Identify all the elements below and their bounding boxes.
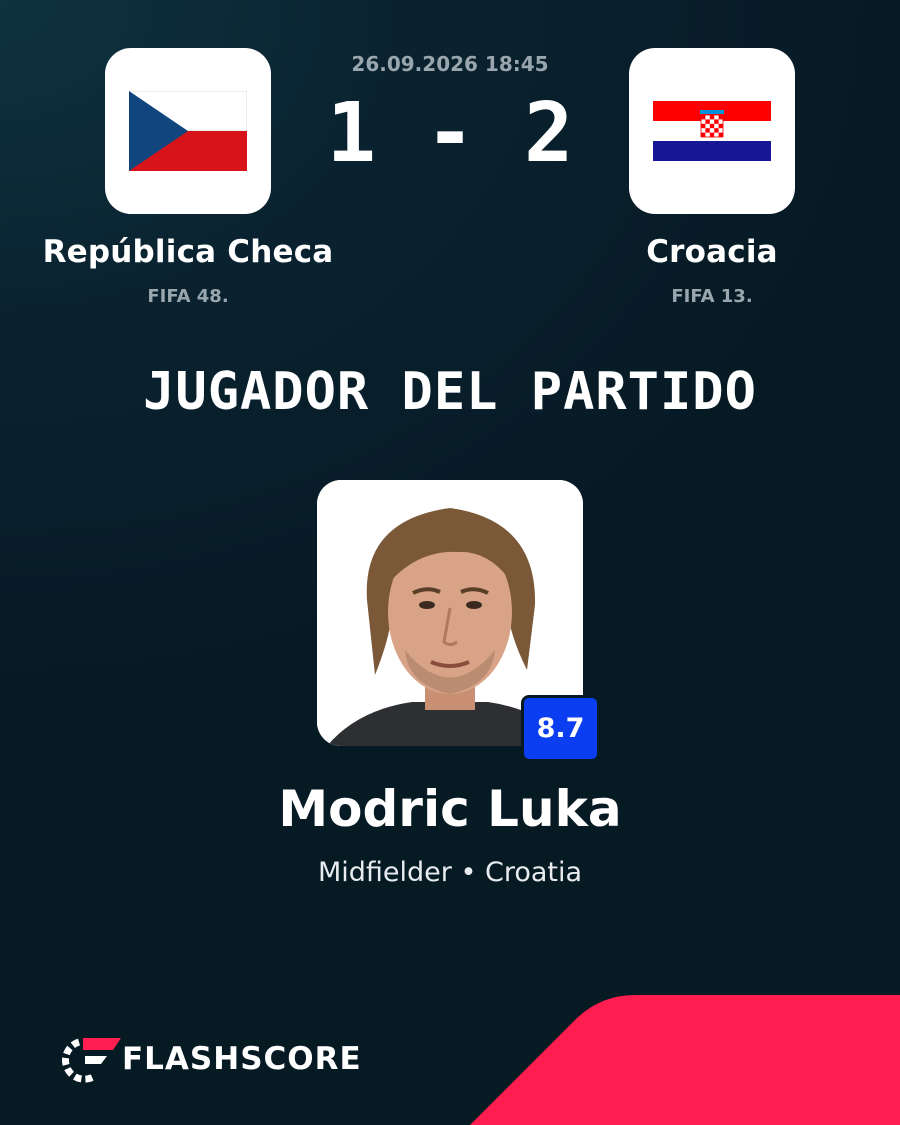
- croatia-flag-icon: [653, 101, 771, 161]
- away-flag-card: [629, 48, 795, 214]
- flashscore-logo-icon: [61, 1038, 121, 1083]
- czech-flag-icon: [129, 91, 247, 171]
- player-position-country: Midfielder • Croatia: [317, 857, 583, 888]
- away-team-name: Croacia: [646, 234, 778, 270]
- home-team-rank: FIFA 48.: [147, 286, 229, 307]
- brand-name: FLASHSCORE: [122, 1041, 362, 1077]
- away-team-rank: FIFA 13.: [671, 286, 753, 307]
- player-name: Modric Luka: [278, 780, 622, 838]
- match-datetime: 26.09.2026 18:45: [351, 52, 549, 76]
- match-score: 1 - 2: [326, 86, 574, 181]
- player-rating-badge: 8.7: [521, 695, 600, 762]
- home-flag-card: [105, 48, 271, 214]
- award-title: JUGADOR DEL PARTIDO: [143, 362, 757, 422]
- home-team-name: República Checa: [42, 234, 334, 270]
- accent-shape: [470, 995, 900, 1125]
